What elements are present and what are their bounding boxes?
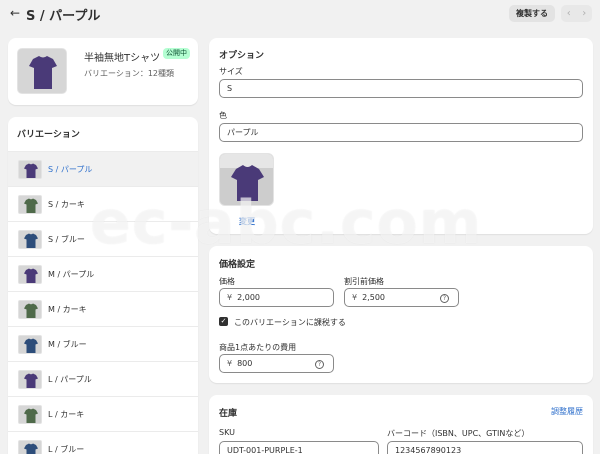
variant-thumbnail — [18, 335, 42, 354]
variant-thumbnail — [18, 300, 42, 319]
help-icon[interactable]: ? — [315, 360, 324, 369]
change-image-link[interactable]: 変更 — [239, 216, 255, 227]
page-title: S / パープル — [26, 9, 101, 24]
sku-label: SKU — [219, 428, 235, 437]
pricing-heading: 価格設定 — [219, 260, 256, 270]
pagination: ‹ › — [561, 5, 592, 22]
variant-image[interactable] — [219, 153, 274, 206]
variant-label: L / パープル — [48, 375, 92, 384]
taxable-label: このバリエーションに課税する — [234, 318, 346, 327]
variant-thumbnail — [18, 370, 42, 389]
variant-label: L / カーキ — [48, 410, 85, 419]
inventory-heading: 在庫 — [219, 409, 238, 419]
variant-label: S / カーキ — [48, 200, 85, 209]
variant-label: S / ブルー — [48, 235, 85, 244]
variant-thumbnail — [18, 160, 42, 179]
size-input[interactable]: S — [219, 79, 583, 98]
variant-count: バリエーション：12種類 — [84, 69, 175, 78]
variant-row[interactable]: S / カーキ — [8, 186, 198, 221]
product-thumbnail[interactable] — [17, 48, 67, 94]
variant-row[interactable]: S / ブルー — [8, 221, 198, 256]
variants-heading: バリエーション — [17, 130, 80, 140]
variants-card: バリエーション S / パープル S / カーキ S / ブルー M / パープル M … — [8, 117, 198, 454]
cost-label: 商品1点あたりの費用 — [219, 343, 297, 352]
price-input[interactable]: ¥2,000 — [219, 288, 334, 307]
variant-list: S / パープル S / カーキ S / ブルー M / パープル M / カーキ M /… — [8, 151, 198, 454]
variant-row[interactable]: L / ブルー — [8, 431, 198, 454]
inventory-card: 在庫 調整履歴 SKU UDT-001-PURPLE-1 バーコード（ISBN、… — [209, 395, 593, 454]
color-label: 色 — [219, 111, 227, 120]
product-card: 半袖無地Tシャツ 公開中 バリエーション：12種類 — [8, 38, 198, 105]
compare-currency: ¥ — [352, 293, 358, 302]
duplicate-button[interactable]: 複製する — [509, 5, 555, 22]
variant-label: M / カーキ — [48, 305, 87, 314]
variant-label: M / ブルー — [48, 340, 87, 349]
variant-thumbnail — [18, 265, 42, 284]
variant-thumbnail — [18, 440, 42, 454]
next-icon[interactable]: › — [577, 5, 593, 22]
color-input[interactable]: パープル — [219, 123, 583, 142]
cost-currency: ¥ — [227, 359, 233, 368]
price-currency: ¥ — [227, 293, 233, 302]
taxable-checkbox[interactable]: ✓ — [219, 317, 228, 326]
size-label: サイズ — [219, 67, 243, 76]
price-label: 価格 — [219, 277, 235, 286]
variant-label: L / ブルー — [48, 445, 85, 454]
variant-thumbnail — [18, 195, 42, 214]
prev-icon[interactable]: ‹ — [561, 5, 577, 22]
variant-row[interactable]: M / パープル — [8, 256, 198, 291]
variant-thumbnail — [18, 405, 42, 424]
price-value: 2,000 — [237, 293, 260, 302]
options-card: オプション サイズ S 色 パープル 変更 — [209, 38, 593, 234]
variant-row[interactable]: M / ブルー — [8, 326, 198, 361]
help-icon[interactable]: ? — [440, 294, 449, 303]
barcode-label: バーコード（ISBN、UPC、GTINなど） — [387, 429, 530, 438]
back-arrow-icon[interactable]: ← — [10, 6, 20, 20]
sku-input[interactable]: UDT-001-PURPLE-1 — [219, 441, 379, 454]
compare-value: 2,500 — [362, 293, 385, 302]
variant-thumbnail — [18, 230, 42, 249]
compare-price-label: 割引前価格 — [344, 277, 384, 286]
pricing-card: 価格設定 価格 ¥2,000 割引前価格 ¥2,500 ? ✓ このバリエーショ… — [209, 246, 593, 383]
variant-label: S / パープル — [48, 165, 93, 174]
adjustment-history-link[interactable]: 調整履歴 — [551, 406, 583, 417]
cost-value: 800 — [237, 359, 253, 368]
product-name: 半袖無地Tシャツ — [84, 53, 161, 64]
variant-row[interactable]: M / カーキ — [8, 291, 198, 326]
variant-label: M / パープル — [48, 270, 95, 279]
top-bar: ← S / パープル 複製する ‹ › — [0, 0, 600, 28]
variant-row[interactable]: L / カーキ — [8, 396, 198, 431]
options-heading: オプション — [219, 51, 265, 61]
barcode-input[interactable]: 1234567890123 — [387, 441, 583, 454]
variant-row[interactable]: S / パープル — [8, 151, 198, 186]
status-badge: 公開中 — [163, 48, 190, 59]
variant-row[interactable]: L / パープル — [8, 361, 198, 396]
